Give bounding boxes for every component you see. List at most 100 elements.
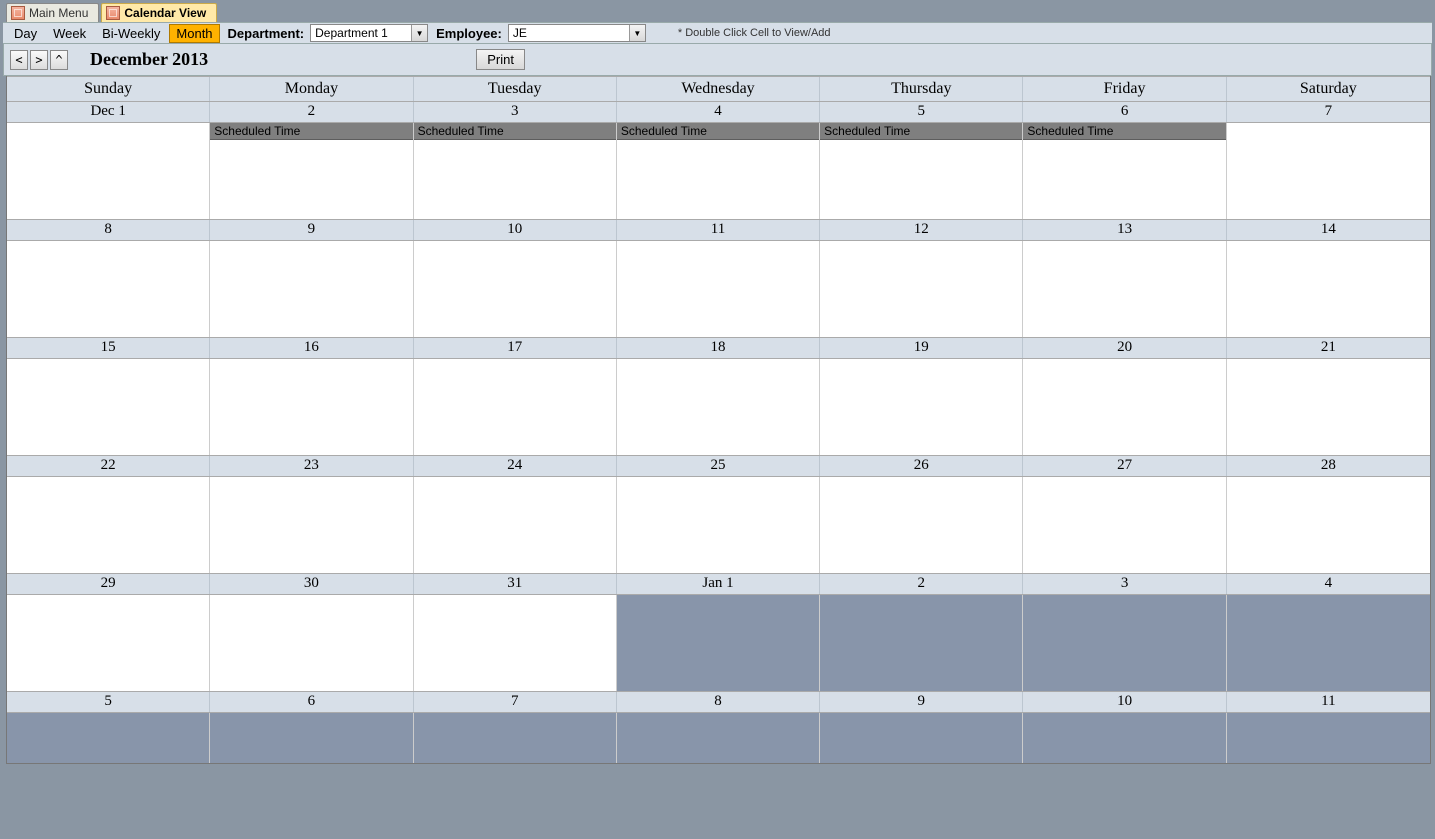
date-header-cell[interactable]: 13 (1023, 220, 1226, 240)
event-item[interactable]: Scheduled Time (617, 123, 819, 140)
day-cell[interactable] (820, 713, 1023, 763)
day-cell[interactable]: Scheduled Time (820, 123, 1023, 219)
view-biweekly-button[interactable]: Bi-Weekly (95, 24, 167, 43)
date-header-cell[interactable]: 5 (820, 102, 1023, 122)
date-header-cell[interactable]: 3 (414, 102, 617, 122)
day-cell[interactable] (414, 713, 617, 763)
day-cell[interactable] (414, 595, 617, 691)
date-header-cell[interactable]: 10 (414, 220, 617, 240)
date-header-cell[interactable]: 25 (617, 456, 820, 476)
date-header-cell[interactable]: 8 (617, 692, 820, 712)
day-cell[interactable] (820, 477, 1023, 573)
date-header-cell[interactable]: 6 (210, 692, 413, 712)
date-header-cell[interactable]: 9 (820, 692, 1023, 712)
dropdown-icon[interactable]: ▼ (411, 25, 427, 41)
prev-button[interactable]: < (10, 50, 28, 70)
date-header-cell[interactable]: 6 (1023, 102, 1226, 122)
employee-combo[interactable]: JE ▼ (508, 24, 646, 42)
day-cell[interactable] (1227, 359, 1430, 455)
date-header-cell[interactable]: Dec 1 (7, 102, 210, 122)
date-header-cell[interactable]: 2 (210, 102, 413, 122)
day-cell[interactable] (1023, 713, 1226, 763)
date-header-cell[interactable]: 29 (7, 574, 210, 594)
day-cell[interactable]: Scheduled Time (210, 123, 413, 219)
date-header-cell[interactable]: 7 (1227, 102, 1430, 122)
day-cell[interactable] (414, 477, 617, 573)
date-header-cell[interactable]: 11 (617, 220, 820, 240)
day-cell[interactable]: Scheduled Time (617, 123, 820, 219)
date-header-cell[interactable]: 4 (1227, 574, 1430, 594)
date-header-cell[interactable]: 18 (617, 338, 820, 358)
event-item[interactable]: Scheduled Time (820, 123, 1022, 140)
tab-calendar-view[interactable]: Calendar View (101, 3, 217, 22)
day-cell[interactable] (617, 595, 820, 691)
date-header-cell[interactable]: 3 (1023, 574, 1226, 594)
day-cell[interactable] (820, 359, 1023, 455)
day-cell[interactable] (7, 359, 210, 455)
day-cell[interactable]: Scheduled Time (414, 123, 617, 219)
date-header-cell[interactable]: 8 (7, 220, 210, 240)
view-month-button[interactable]: Month (169, 24, 219, 43)
next-button[interactable]: > (30, 50, 48, 70)
date-header-cell[interactable]: 5 (7, 692, 210, 712)
event-item[interactable]: Scheduled Time (414, 123, 616, 140)
date-header-cell[interactable]: 14 (1227, 220, 1430, 240)
date-header-cell[interactable]: 21 (1227, 338, 1430, 358)
tab-main-menu[interactable]: Main Menu (6, 3, 99, 22)
date-header-cell[interactable]: 10 (1023, 692, 1226, 712)
day-cell[interactable] (1023, 477, 1226, 573)
date-header-cell[interactable]: 22 (7, 456, 210, 476)
day-cell[interactable] (210, 713, 413, 763)
day-cell[interactable] (1227, 241, 1430, 337)
day-cell[interactable] (7, 713, 210, 763)
day-cell[interactable] (820, 595, 1023, 691)
date-header-cell[interactable]: 24 (414, 456, 617, 476)
day-cell[interactable] (7, 595, 210, 691)
day-cell[interactable] (1227, 713, 1430, 763)
day-cell[interactable] (414, 241, 617, 337)
day-cell[interactable] (210, 241, 413, 337)
date-header-cell[interactable]: 23 (210, 456, 413, 476)
date-header-cell[interactable]: Jan 1 (617, 574, 820, 594)
date-header-cell[interactable]: 2 (820, 574, 1023, 594)
date-header-cell[interactable]: 20 (1023, 338, 1226, 358)
day-cell[interactable] (617, 241, 820, 337)
date-header-cell[interactable]: 12 (820, 220, 1023, 240)
day-cell[interactable] (1023, 241, 1226, 337)
date-header-cell[interactable]: 4 (617, 102, 820, 122)
day-cell[interactable] (1023, 359, 1226, 455)
date-header-cell[interactable]: 7 (414, 692, 617, 712)
day-cell[interactable] (210, 477, 413, 573)
date-header-cell[interactable]: 9 (210, 220, 413, 240)
event-item[interactable]: Scheduled Time (210, 123, 412, 140)
event-item[interactable]: Scheduled Time (1023, 123, 1225, 140)
department-combo[interactable]: Department 1 ▼ (310, 24, 428, 42)
day-cell[interactable] (1227, 123, 1430, 219)
day-cell[interactable] (1227, 595, 1430, 691)
day-cell[interactable] (210, 595, 413, 691)
date-header-cell[interactable]: 27 (1023, 456, 1226, 476)
date-header-cell[interactable]: 31 (414, 574, 617, 594)
print-button[interactable]: Print (476, 49, 525, 70)
day-cell[interactable] (210, 359, 413, 455)
date-header-cell[interactable]: 11 (1227, 692, 1430, 712)
date-header-cell[interactable]: 28 (1227, 456, 1430, 476)
day-cell[interactable]: Scheduled Time (1023, 123, 1226, 219)
view-week-button[interactable]: Week (46, 24, 93, 43)
day-cell[interactable] (820, 241, 1023, 337)
view-day-button[interactable]: Day (7, 24, 44, 43)
up-button[interactable]: ^ (50, 50, 68, 70)
day-cell[interactable] (7, 241, 210, 337)
day-cell[interactable] (1023, 595, 1226, 691)
day-cell[interactable] (617, 359, 820, 455)
day-cell[interactable] (1227, 477, 1430, 573)
date-header-cell[interactable]: 16 (210, 338, 413, 358)
day-cell[interactable] (617, 477, 820, 573)
day-cell[interactable] (7, 123, 210, 219)
date-header-cell[interactable]: 26 (820, 456, 1023, 476)
date-header-cell[interactable]: 19 (820, 338, 1023, 358)
day-cell[interactable] (414, 359, 617, 455)
day-cell[interactable] (7, 477, 210, 573)
date-header-cell[interactable]: 15 (7, 338, 210, 358)
day-cell[interactable] (617, 713, 820, 763)
